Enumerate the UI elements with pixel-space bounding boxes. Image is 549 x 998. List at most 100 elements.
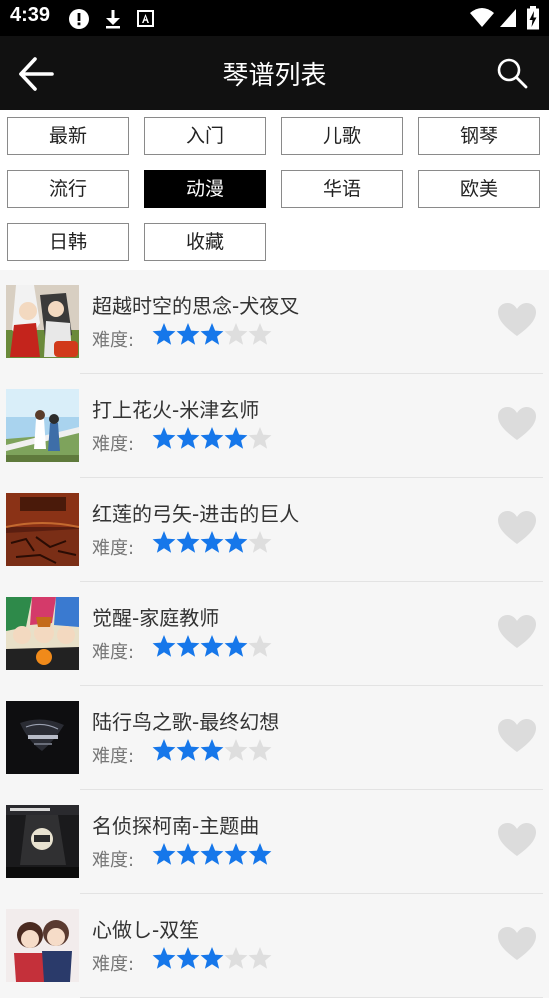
search-icon[interactable]	[495, 56, 529, 90]
song-row[interactable]: 觉醒-家庭教师 难度:	[0, 582, 549, 686]
category-button[interactable]: 钢琴	[418, 117, 540, 155]
song-row[interactable]: 红莲的弓矢-进击的巨人 难度:	[0, 478, 549, 582]
star-icon	[248, 427, 272, 449]
song-row[interactable]: 名侦探柯南-主题曲 难度:	[0, 790, 549, 894]
album-cover-image	[6, 701, 79, 774]
song-title: 陆行鸟之歌-最终幻想	[92, 710, 280, 734]
battery-charging-icon	[527, 6, 539, 30]
category-button[interactable]: 动漫	[144, 170, 266, 208]
status-bar: 4:39	[0, 0, 549, 36]
star-icon	[248, 323, 272, 345]
song-title: 红莲的弓矢-进击的巨人	[92, 502, 300, 526]
difficulty-stars	[152, 947, 272, 969]
difficulty-label: 难度:	[92, 954, 135, 975]
download-icon	[106, 10, 120, 29]
star-icon	[200, 739, 224, 761]
difficulty-label: 难度:	[92, 330, 135, 351]
song-title: 打上花火-米津玄师	[92, 398, 260, 422]
category-button[interactable]: 日韩	[7, 223, 129, 261]
star-icon	[152, 635, 176, 657]
category-button[interactable]: 华语	[281, 170, 403, 208]
difficulty-label: 难度:	[92, 538, 135, 559]
star-icon	[152, 427, 176, 449]
star-icon	[224, 531, 248, 553]
category-button[interactable]: 入门	[144, 117, 266, 155]
star-icon	[176, 427, 200, 449]
difficulty-label: 难度:	[92, 746, 135, 767]
font-a-icon	[137, 10, 154, 27]
category-button[interactable]: 欧美	[418, 170, 540, 208]
song-row[interactable]: 心做し-双笙 难度:	[0, 894, 549, 998]
song-row[interactable]: 打上花火-米津玄师 难度:	[0, 374, 549, 478]
alert-icon	[69, 9, 89, 29]
star-icon	[176, 843, 200, 865]
star-icon	[248, 947, 272, 969]
difficulty-stars	[152, 531, 272, 553]
star-icon	[248, 739, 272, 761]
album-cover-image	[6, 805, 79, 878]
star-icon	[248, 531, 272, 553]
category-button[interactable]: 最新	[7, 117, 129, 155]
star-icon	[176, 739, 200, 761]
star-icon	[176, 947, 200, 969]
app-bar: 琴谱列表	[0, 36, 549, 110]
star-icon	[152, 947, 176, 969]
star-icon	[152, 843, 176, 865]
album-cover-image	[6, 389, 79, 462]
star-icon	[224, 843, 248, 865]
star-icon	[224, 739, 248, 761]
star-icon	[176, 531, 200, 553]
page-title: 琴谱列表	[222, 61, 327, 91]
difficulty-stars	[152, 323, 272, 345]
favorite-heart-icon[interactable]	[497, 302, 537, 338]
song-list: 超越时空的思念-犬夜叉 难度: 打上花火-米津玄师 难度: 红莲的弓矢-进击的巨…	[0, 270, 549, 998]
album-cover-image	[6, 597, 79, 670]
star-icon	[200, 947, 224, 969]
favorite-heart-icon[interactable]	[497, 718, 537, 754]
star-icon	[200, 427, 224, 449]
star-icon	[224, 947, 248, 969]
album-cover-image	[6, 909, 79, 982]
star-icon	[176, 323, 200, 345]
star-icon	[152, 531, 176, 553]
song-row[interactable]: 超越时空的思念-犬夜叉 难度:	[0, 270, 549, 374]
album-cover-image	[6, 493, 79, 566]
category-button[interactable]: 儿歌	[281, 117, 403, 155]
favorite-heart-icon[interactable]	[497, 406, 537, 442]
song-row[interactable]: 陆行鸟之歌-最终幻想 难度:	[0, 686, 549, 790]
status-time: 4:39	[10, 4, 51, 26]
star-icon	[200, 531, 224, 553]
star-icon	[200, 323, 224, 345]
star-icon	[248, 843, 272, 865]
difficulty-stars	[152, 739, 272, 761]
star-icon	[152, 323, 176, 345]
star-icon	[200, 635, 224, 657]
star-icon	[200, 843, 224, 865]
star-icon	[224, 323, 248, 345]
favorite-heart-icon[interactable]	[497, 822, 537, 858]
star-icon	[176, 635, 200, 657]
favorite-heart-icon[interactable]	[497, 926, 537, 962]
signal-icon	[500, 9, 516, 27]
song-title: 心做し-双笙	[92, 918, 200, 942]
category-filter: 最新 入门 儿歌 钢琴 流行 动漫 华语 欧美 日韩 收藏	[0, 110, 549, 270]
difficulty-label: 难度:	[92, 642, 135, 663]
song-title: 名侦探柯南-主题曲	[92, 814, 260, 838]
difficulty-stars	[152, 843, 272, 865]
song-title: 觉醒-家庭教师	[92, 606, 220, 630]
star-icon	[152, 739, 176, 761]
wifi-icon	[470, 8, 494, 27]
song-title: 超越时空的思念-犬夜叉	[92, 294, 300, 318]
difficulty-stars	[152, 635, 272, 657]
favorite-heart-icon[interactable]	[497, 614, 537, 650]
difficulty-label: 难度:	[92, 850, 135, 871]
star-icon	[224, 427, 248, 449]
difficulty-label: 难度:	[92, 434, 135, 455]
difficulty-stars	[152, 427, 272, 449]
star-icon	[248, 635, 272, 657]
category-button[interactable]: 流行	[7, 170, 129, 208]
favorite-heart-icon[interactable]	[497, 510, 537, 546]
category-button[interactable]: 收藏	[144, 223, 266, 261]
album-cover-image	[6, 285, 79, 358]
star-icon	[224, 635, 248, 657]
